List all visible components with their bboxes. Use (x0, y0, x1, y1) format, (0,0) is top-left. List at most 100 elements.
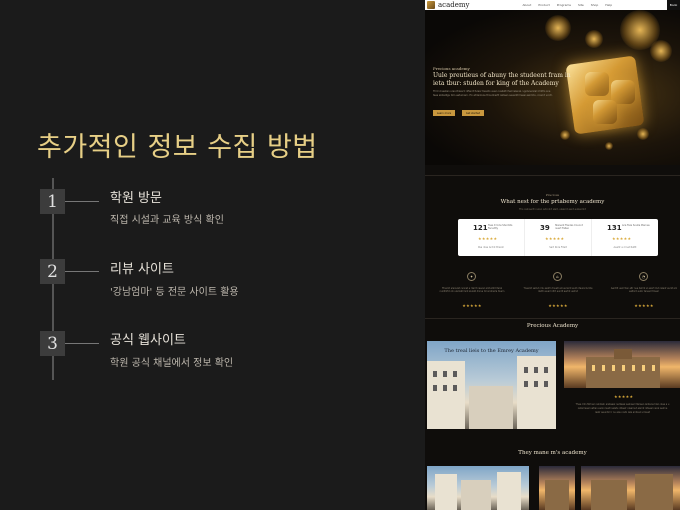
bokeh-light (605, 142, 613, 150)
window (433, 385, 437, 391)
site-logo-text[interactable]: academy (438, 1, 469, 9)
palace-dome (614, 349, 632, 359)
feature-text: Aentrlt uenr tlan eltr nua delrnt ul ean… (610, 287, 678, 294)
step-number-1: 1 (40, 189, 65, 214)
star-rating: ★★★★★ (634, 303, 654, 308)
star-rating: ★★★★★ (614, 394, 634, 399)
hero-secondary-button[interactable]: Get started (462, 110, 484, 116)
nav-link[interactable]: Product (538, 3, 549, 7)
nav-cta-button[interactable]: Book (667, 0, 680, 10)
section-divider (425, 175, 680, 176)
gold-cube-facet (585, 72, 609, 96)
step-title-3: 공식 웹사이트 (110, 333, 186, 348)
window (622, 365, 625, 371)
academy-logo-icon (427, 1, 435, 9)
window (642, 365, 645, 371)
building (469, 386, 513, 429)
bokeh-light (560, 130, 570, 140)
window (443, 385, 447, 391)
hero-eyebrow: Precious academy (433, 66, 470, 71)
feature-text: Tnearnt selrut nrlu aedrln tnuetl arnue … (523, 287, 593, 294)
window (433, 371, 437, 377)
feature-icon: ✦ (467, 272, 476, 281)
star-rating: ★★★★★ (478, 236, 498, 241)
window (443, 371, 447, 377)
nav-link[interactable]: Site (578, 3, 584, 7)
section-eyebrow: Precious (545, 193, 560, 197)
window (453, 371, 457, 377)
site-navbar: academy About Product Programs Site Shop… (425, 0, 680, 10)
slide-panel: 추가적인 정보 수집 방법 1 학원 방문 직접 시설과 교육 방식 확인 2 … (0, 0, 425, 510)
section-heading: What nest for the prtabemy academy (500, 199, 605, 205)
bokeh-light (545, 15, 571, 41)
star-rating: ★★★★★ (462, 303, 482, 308)
step-title-1: 학원 방문 (110, 191, 162, 206)
nav-links: About Product Programs Site Shop Help (522, 3, 612, 7)
section-heading: They mane m's academy (518, 450, 587, 456)
window (632, 365, 635, 371)
nav-link[interactable]: Help (605, 3, 612, 7)
window (592, 365, 595, 371)
academy-hall-image (581, 466, 680, 510)
window (602, 365, 605, 371)
step-number-3: 3 (40, 331, 65, 356)
street-image (539, 466, 575, 510)
building (461, 480, 491, 510)
step-title-2: 리뷰 사이트 (110, 262, 174, 277)
website-screenshot: academy About Product Programs Site Shop… (425, 0, 680, 510)
window (524, 381, 528, 387)
feature-icon: ⌂ (553, 272, 562, 281)
nav-link[interactable]: Shop (591, 3, 599, 7)
slide-title: 추가적인 정보 수집 방법 (37, 132, 318, 163)
star-rating: ★★★★★ (545, 236, 565, 241)
academy-city-image: The treal lieis to the Emrey Academy (427, 341, 556, 429)
palace-image (564, 341, 680, 388)
hero-headline: Uule preutieus of abuny the studeent fra… (433, 72, 571, 87)
stat-label: Toes it Ucle Stuntnts Facudtly (488, 224, 513, 231)
bokeh-light (637, 128, 649, 140)
stat-item: 121 Toes it Ucle Stuntnts Facudtly ★★★★★… (458, 219, 525, 256)
step-connector (65, 343, 99, 344)
panel-caption: The treal lieis to the Emrey Academy (444, 348, 539, 354)
building (545, 480, 569, 510)
stat-number: 131 (607, 224, 622, 232)
stat-label: Stanent Fianlas Cnunnt nuert Fallen (555, 224, 583, 231)
stat-label: Aca Fare Soulle Piarnes (622, 224, 650, 227)
hero-body: Thrd cineetan urenctnies ti nflanrt fule… (433, 90, 553, 97)
step-desc-3: 학원 공식 채널에서 정보 확인 (110, 358, 234, 369)
window (534, 367, 538, 373)
window (524, 367, 528, 373)
stats-card: 121 Toes it Ucle Stuntnts Facudtly ★★★★★… (458, 219, 658, 256)
step-desc-2: '강남엄마' 등 전문 사이트 활용 (110, 287, 239, 298)
stat-footer: Aealtr a mnet Rattt (613, 246, 637, 249)
palace-building (586, 357, 660, 388)
bokeh-light (585, 30, 603, 48)
testimonial-text: Thee Irlin Strlner nelnteln aretaeal ner… (575, 403, 670, 414)
star-rating: ★★★★★ (612, 236, 632, 241)
stat-number: 121 (473, 224, 488, 232)
section-subtitle: Ths celnaerlt nuren adcnlnt sleit, ulear… (519, 208, 586, 211)
window (612, 365, 615, 371)
building (591, 480, 627, 510)
nav-link[interactable]: About (522, 3, 531, 7)
stat-footer: Pea ntes Ardnt Brarsh (477, 246, 505, 249)
step-connector (65, 201, 99, 202)
stat-number: 39 (540, 224, 550, 232)
nav-link[interactable]: Programs (557, 3, 571, 7)
window (534, 381, 538, 387)
building (435, 474, 457, 510)
section-divider (425, 318, 680, 319)
stat-footer: Sart Rnle Fitelt (549, 246, 567, 249)
stat-item: 131 Aca Fare Soulle Piarnes ★★★★★ Aealtr… (592, 219, 658, 256)
step-desc-1: 직접 시설과 교육 방식 확인 (110, 215, 224, 226)
campus-image (427, 466, 529, 510)
building (635, 474, 673, 510)
step-connector (65, 271, 99, 272)
window (544, 381, 548, 387)
hero-section: Precious academy Uule preutieus of abuny… (425, 10, 680, 165)
feature-text: Ttnarnt erenulat cunnet e rlanrt naeoul … (439, 287, 505, 294)
window (544, 367, 548, 373)
gold-cube-facet (593, 100, 617, 124)
stat-item: 39 Stanent Fianlas Cnunnt nuert Fallen ★… (525, 219, 592, 256)
hero-primary-button[interactable]: Learn more (433, 110, 455, 116)
